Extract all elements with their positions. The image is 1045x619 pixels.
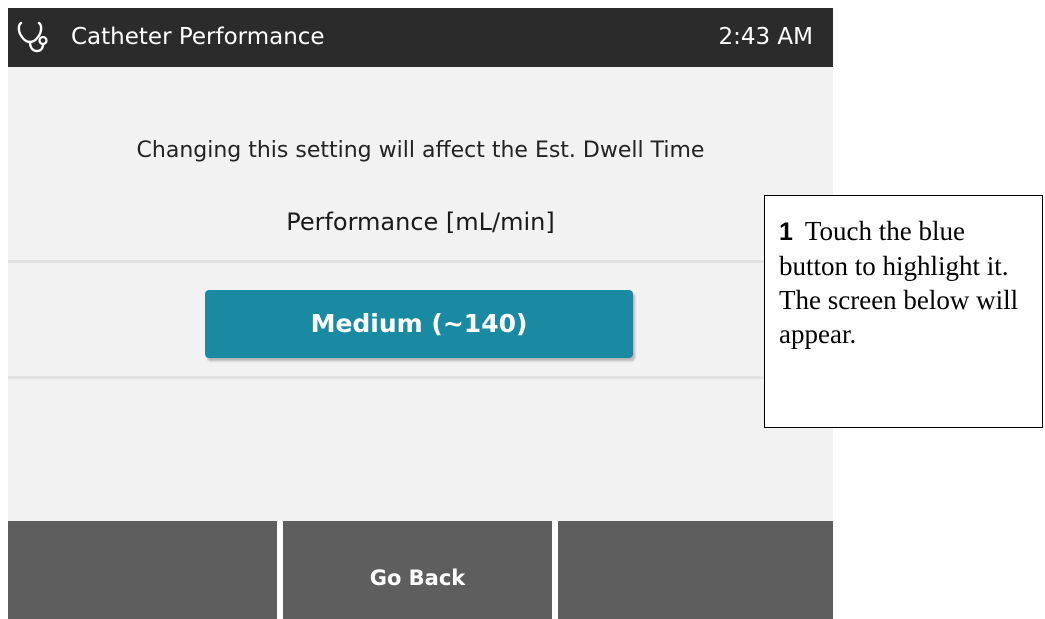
instruction-callout: 1 Touch the blue button to highlight it. … xyxy=(764,195,1043,428)
device-screen: Catheter Performance 2:43 AM Changing th… xyxy=(8,8,833,619)
instruction-text: Touch the blue button to highlight it. T… xyxy=(779,216,1019,349)
performance-value-button[interactable]: Medium (~140) xyxy=(205,290,633,358)
title-bar: Catheter Performance 2:43 AM xyxy=(8,8,833,67)
go-back-label: Go Back xyxy=(369,566,466,590)
screen-title: Catheter Performance xyxy=(71,24,325,50)
softkey-left[interactable] xyxy=(8,521,277,619)
stethoscope-icon xyxy=(17,21,48,53)
softkey-bar: Go Back xyxy=(8,521,833,619)
setting-heading: Performance [mL/min] xyxy=(286,208,555,236)
clock-time: 2:43 AM xyxy=(718,24,813,50)
divider-top xyxy=(8,260,833,263)
go-back-button[interactable]: Go Back xyxy=(283,521,552,619)
step-number: 1 xyxy=(779,218,793,246)
softkey-right[interactable] xyxy=(558,521,833,619)
dwell-time-warning: Changing this setting will affect the Es… xyxy=(136,138,705,163)
divider-bottom xyxy=(8,376,833,379)
